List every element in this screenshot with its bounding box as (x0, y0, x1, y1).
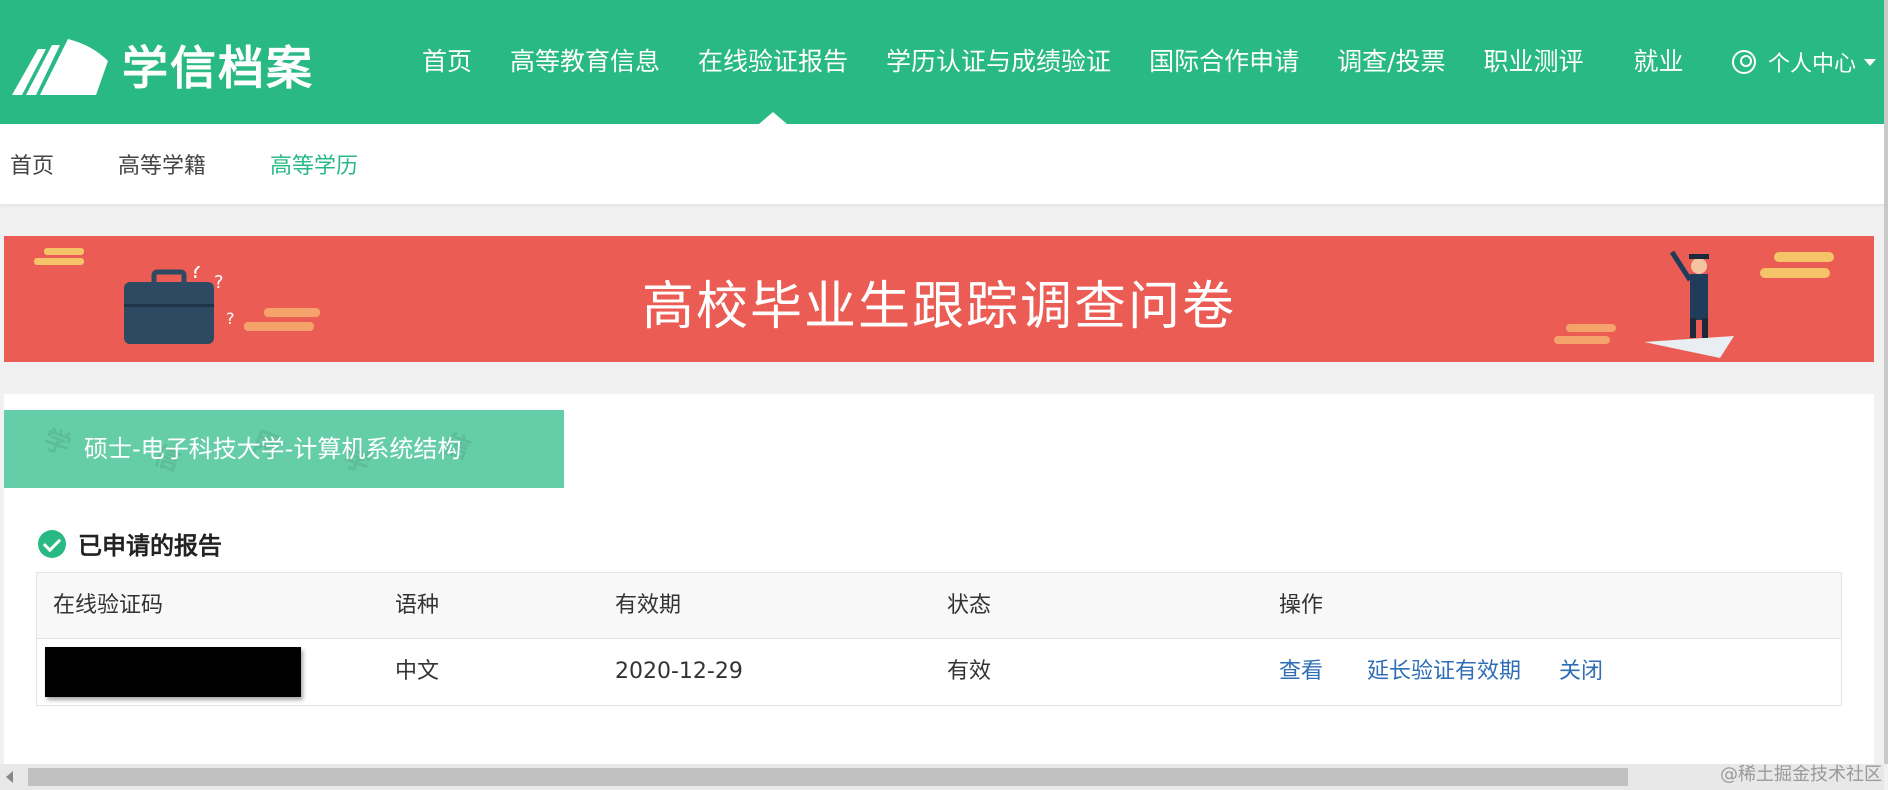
report-table: 在线验证码 语种 有效期 状态 操作 中文 2020-12-29 有效 查看 延… (36, 572, 1842, 706)
check-circle-icon (38, 529, 66, 558)
book-logo-icon (12, 39, 108, 95)
status-cell: 有效 (947, 659, 992, 684)
nav-item-survey[interactable]: 调查/投票 (1337, 0, 1445, 124)
table-row: 中文 2020-12-29 有效 查看 延长验证有效期 关闭 (37, 639, 1841, 705)
vertical-scrollbar[interactable] (1884, 0, 1888, 764)
chevron-down-icon (1864, 58, 1877, 66)
graduate-figure-icon (1644, 250, 1734, 358)
horizontal-scrollbar[interactable] (0, 764, 1884, 790)
watermark-pattern: 学 (39, 424, 75, 462)
close-link[interactable]: 关闭 (1559, 639, 1603, 705)
degree-tab[interactable]: 学 信 网 学 信 硕士-电子科技大学-计算机系统结构 (4, 410, 564, 488)
table-header-row: 在线验证码 语种 有效期 状态 操作 (37, 573, 1841, 639)
nav-item-higher-education[interactable]: 高等教育信息 (510, 0, 660, 124)
site-watermark: @稀土掘金技术社区 (1720, 764, 1882, 785)
view-link[interactable]: 查看 (1279, 639, 1323, 705)
brand-name: 学信档案 (122, 41, 314, 95)
nav-item-career-test[interactable]: 职业测评 (1484, 0, 1584, 124)
section-title: 已申请的报告 (38, 526, 222, 561)
column-header: 语种 (395, 593, 440, 618)
cloud-decoration-icon (1760, 252, 1834, 278)
user-center-menu[interactable]: 个人中心 (1732, 0, 1877, 124)
nav-item-online-verification[interactable]: 在线验证报告 (698, 0, 848, 124)
subnav-item-home[interactable]: 首页 (10, 148, 54, 180)
brand-logo[interactable]: 学信档案 (12, 32, 314, 98)
scrollbar-thumb[interactable] (28, 768, 1628, 786)
column-header: 状态 (947, 593, 992, 618)
section-title-text: 已申请的报告 (78, 532, 222, 560)
degree-tab-label: 硕士-电子科技大学-计算机系统结构 (84, 435, 462, 463)
chevron-left-icon[interactable] (6, 771, 13, 783)
extend-validity-link[interactable]: 延长验证有效期 (1367, 639, 1521, 705)
user-center-label: 个人中心 (1768, 52, 1857, 77)
subnav-item-enrollment[interactable]: 高等学籍 (118, 148, 206, 180)
language-cell: 中文 (395, 659, 440, 684)
sub-navbar: 首页 高等学籍 高等学历 (0, 124, 1884, 204)
nav-item-certification[interactable]: 学历认证与成绩验证 (886, 0, 1111, 124)
nav-item-home[interactable]: 首页 (422, 0, 472, 124)
column-header: 有效期 (615, 593, 682, 618)
nav-item-employment[interactable]: 就业 (1634, 0, 1684, 124)
expiry-cell: 2020-12-29 (615, 659, 743, 684)
user-icon (1732, 50, 1756, 74)
column-header: 操作 (1279, 593, 1324, 618)
nav-item-international[interactable]: 国际合作申请 (1149, 0, 1299, 124)
main-nav: 首页 高等教育信息 在线验证报告 学历认证与成绩验证 国际合作申请 调查/投票 … (422, 0, 1684, 124)
column-header: 在线验证码 (53, 593, 164, 618)
survey-banner[interactable]: ? ? ? 高校毕业生跟踪调查问卷 (4, 236, 1874, 362)
top-navbar: 学信档案 首页 高等教育信息 在线验证报告 学历认证与成绩验证 国际合作申请 调… (0, 0, 1884, 124)
redacted-verification-code (45, 647, 301, 697)
cloud-decoration-icon (1554, 324, 1616, 344)
subnav-item-degree[interactable]: 高等学历 (270, 148, 358, 180)
report-card: 学 信 网 学 信 硕士-电子科技大学-计算机系统结构 已申请的报告 在线验证码… (4, 394, 1874, 764)
